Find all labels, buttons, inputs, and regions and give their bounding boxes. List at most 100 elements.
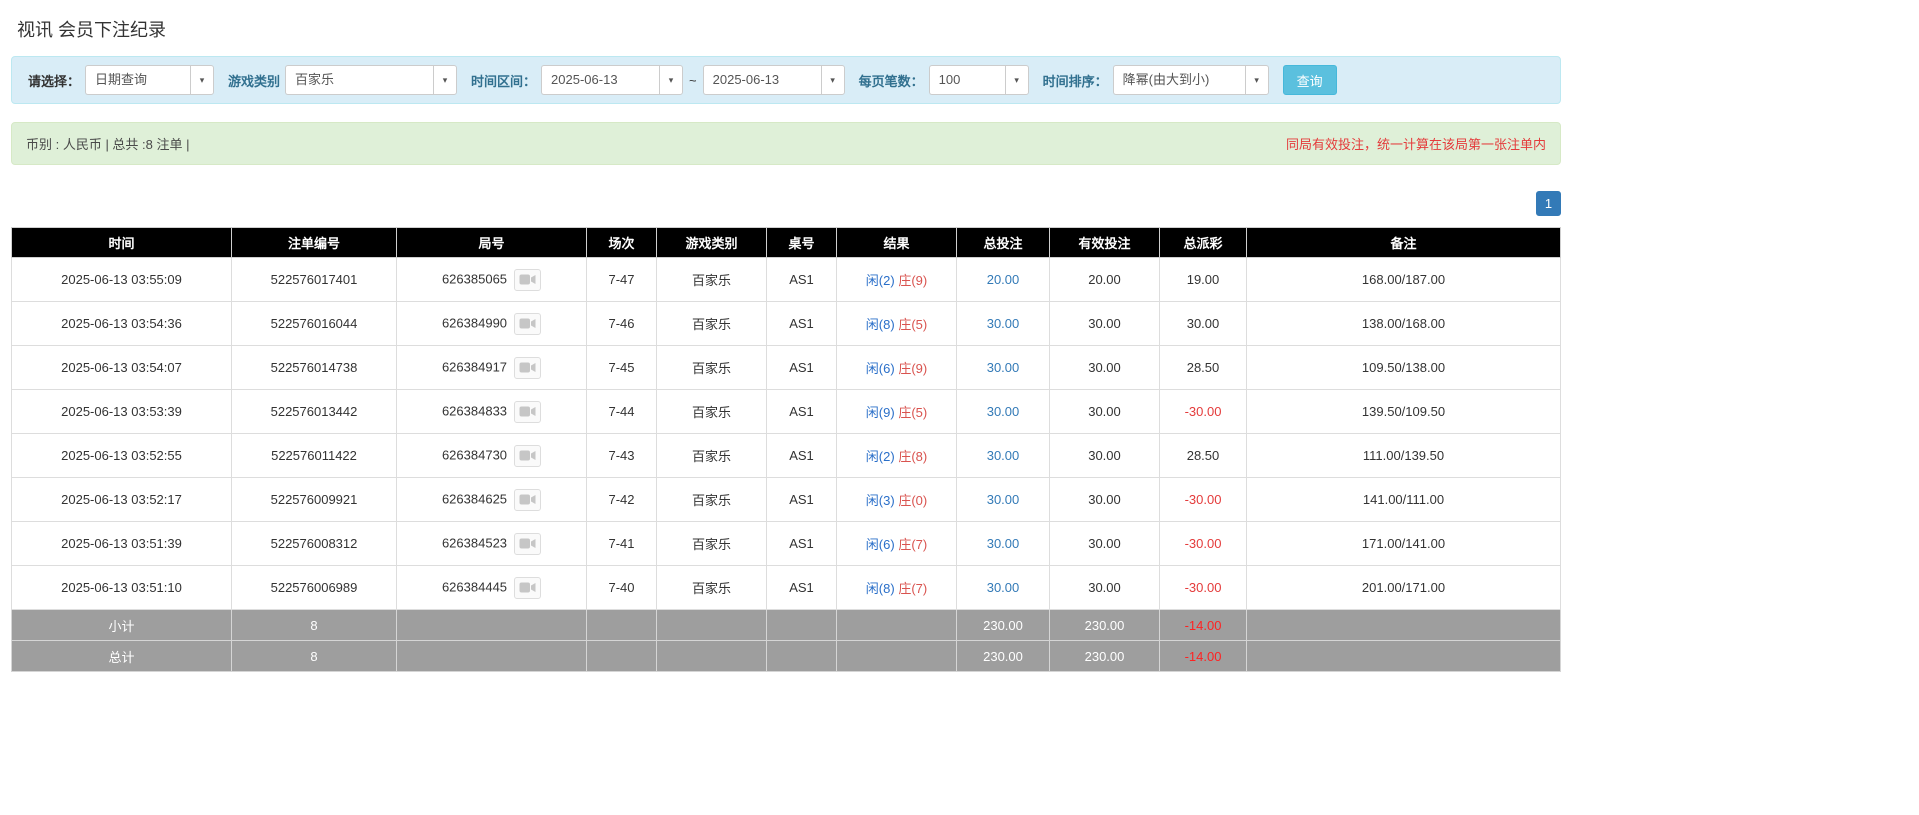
subtotal-empty-cell (587, 610, 657, 641)
video-replay-icon (519, 449, 536, 462)
date-range-separator: ~ (689, 73, 697, 88)
round-replay-button[interactable] (514, 533, 541, 555)
game-type-caret-button[interactable]: ▾ (433, 65, 457, 95)
cell-round-id: 626384730 (397, 434, 587, 478)
table-row: 2025-06-13 03:51:10522576006989626384445… (12, 566, 1561, 610)
page-size-dropdown[interactable]: ▾ (929, 65, 1029, 95)
time-sort-value[interactable]: 降幂(由大到小) (1113, 65, 1245, 95)
cell-game-type: 百家乐 (657, 346, 767, 390)
cell-round-id: 626384833 (397, 390, 587, 434)
date-to-caret-button[interactable]: ▾ (821, 65, 845, 95)
pagination-page-1-button[interactable]: 1 (1536, 191, 1561, 216)
total-label: 总计 (12, 641, 232, 672)
round-number: 626384730 (442, 447, 507, 462)
total-bet-link[interactable]: 30.00 (987, 360, 1020, 375)
cell-session: 7-43 (587, 434, 657, 478)
cell-game-type: 百家乐 (657, 258, 767, 302)
cell-note: 201.00/171.00 (1247, 566, 1561, 610)
time-sort-dropdown[interactable]: 降幂(由大到小) ▾ (1113, 65, 1269, 95)
search-button[interactable]: 查询 (1283, 65, 1337, 95)
time-sort-label: 时间排序： (1043, 71, 1108, 90)
cell-game-type: 百家乐 (657, 434, 767, 478)
column-header-2: 注单编号 (232, 228, 397, 258)
column-header-4: 场次 (587, 228, 657, 258)
game-type-value[interactable]: 百家乐 (285, 65, 433, 95)
cell-note: 109.50/138.00 (1247, 346, 1561, 390)
currency-total-text: 币别 : 人民币 | 总共 :8 注单 | (26, 134, 190, 153)
cell-time: 2025-06-13 03:55:09 (12, 258, 232, 302)
date-from-picker[interactable]: ▾ (541, 65, 683, 95)
round-replay-button[interactable] (514, 577, 541, 599)
total-bet-link[interactable]: 30.00 (987, 580, 1020, 595)
page-size-input[interactable] (929, 65, 1005, 95)
total-row: 总计 8 230.00 230.00 -14.00 (12, 641, 1561, 672)
cell-result: 闲(3) 庄(0) (837, 478, 957, 522)
column-header-3: 局号 (397, 228, 587, 258)
cell-note: 171.00/141.00 (1247, 522, 1561, 566)
total-empty-cell (397, 641, 587, 672)
video-replay-icon (519, 493, 536, 506)
cell-time: 2025-06-13 03:54:07 (12, 346, 232, 390)
summary-bar: 币别 : 人民币 | 总共 :8 注单 | 同局有效投注，统一计算在该局第一张注… (11, 122, 1561, 165)
total-bet-link[interactable]: 30.00 (987, 404, 1020, 419)
table-row: 2025-06-13 03:52:55522576011422626384730… (12, 434, 1561, 478)
game-type-dropdown[interactable]: 百家乐 ▾ (285, 65, 457, 95)
result-banker: 庄(0) (898, 493, 927, 508)
query-type-caret-button[interactable]: ▾ (190, 65, 214, 95)
date-from-input[interactable] (541, 65, 659, 95)
cell-bet-id: 522576014738 (232, 346, 397, 390)
table-row: 2025-06-13 03:53:39522576013442626384833… (12, 390, 1561, 434)
caret-down-icon: ▾ (1014, 75, 1019, 86)
table-row: 2025-06-13 03:55:09522576017401626385065… (12, 258, 1561, 302)
total-bet-link[interactable]: 30.00 (987, 316, 1020, 331)
cell-bet-id: 522576011422 (232, 434, 397, 478)
query-type-dropdown[interactable]: 日期查询 ▾ (85, 65, 214, 95)
cell-valid-bet: 30.00 (1050, 346, 1160, 390)
total-bet-link[interactable]: 30.00 (987, 536, 1020, 551)
round-replay-button[interactable] (514, 269, 541, 291)
cell-valid-bet: 30.00 (1050, 434, 1160, 478)
total-count: 8 (232, 641, 397, 672)
round-number: 626384625 (442, 491, 507, 506)
round-replay-button[interactable] (514, 445, 541, 467)
round-replay-button[interactable] (514, 313, 541, 335)
caret-down-icon: ▾ (1254, 75, 1259, 86)
total-bet-link[interactable]: 30.00 (987, 448, 1020, 463)
cell-total-bet: 30.00 (957, 434, 1050, 478)
video-replay-icon (519, 581, 536, 594)
cell-result: 闲(2) 庄(9) (837, 258, 957, 302)
column-header-1: 时间 (12, 228, 232, 258)
cell-total-bet: 30.00 (957, 390, 1050, 434)
cell-result: 闲(6) 庄(9) (837, 346, 957, 390)
date-from-caret-button[interactable]: ▾ (659, 65, 683, 95)
result-banker: 庄(7) (898, 537, 927, 552)
cell-result: 闲(8) 庄(5) (837, 302, 957, 346)
bet-records-table: 时间注单编号局号场次游戏类别桌号结果总投注有效投注总派彩备注 2025-06-1… (11, 227, 1561, 672)
round-replay-button[interactable] (514, 489, 541, 511)
round-replay-button[interactable] (514, 357, 541, 379)
cell-note: 111.00/139.50 (1247, 434, 1561, 478)
cell-note: 138.00/168.00 (1247, 302, 1561, 346)
column-header-8: 总投注 (957, 228, 1050, 258)
cell-payout: 19.00 (1160, 258, 1247, 302)
cell-session: 7-42 (587, 478, 657, 522)
date-to-input[interactable] (703, 65, 821, 95)
round-number: 626385065 (442, 271, 507, 286)
total-bet-link[interactable]: 20.00 (987, 272, 1020, 287)
round-number: 626384917 (442, 359, 507, 374)
query-type-value[interactable]: 日期查询 (85, 65, 190, 95)
total-bet-link[interactable]: 30.00 (987, 492, 1020, 507)
page-size-caret-button[interactable]: ▾ (1005, 65, 1029, 95)
caret-down-icon: ▾ (200, 75, 205, 86)
time-sort-caret-button[interactable]: ▾ (1245, 65, 1269, 95)
cell-bet-id: 522576013442 (232, 390, 397, 434)
cell-time: 2025-06-13 03:54:36 (12, 302, 232, 346)
video-replay-icon (519, 405, 536, 418)
round-replay-button[interactable] (514, 401, 541, 423)
date-to-picker[interactable]: ▾ (703, 65, 845, 95)
total-empty-cell (587, 641, 657, 672)
result-player: 闲(6) (866, 537, 895, 552)
cell-round-id: 626384523 (397, 522, 587, 566)
cell-result: 闲(9) 庄(5) (837, 390, 957, 434)
round-number: 626384990 (442, 315, 507, 330)
